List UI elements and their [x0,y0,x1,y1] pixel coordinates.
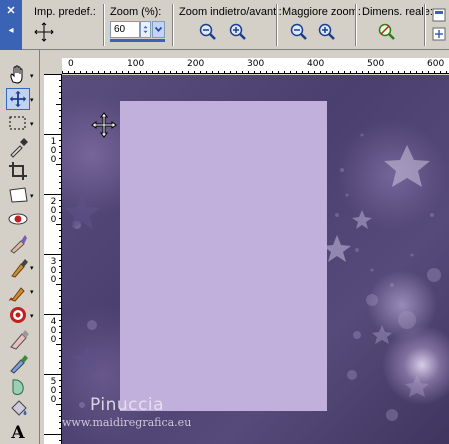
zoom-more-label: Maggiore zoom: [282,6,361,18]
chevron-down-icon[interactable]: ▾ [30,72,36,80]
toolbar-separator [424,4,426,46]
horizontal-ruler: 0 100 200 300 400 500 600 [62,58,449,74]
zoom-label: Zoom (%): [110,6,162,18]
watermark-url: www.maidiregrafica.eu [62,416,192,429]
pin-icon[interactable]: ◂ [5,25,17,37]
lighten-darken-icon[interactable] [6,304,30,326]
toolbar-separator [276,4,278,46]
retouch-tool-icon[interactable] [6,376,30,398]
bucket-fill-icon[interactable] [6,398,30,420]
ruler-tick-label: 500 [367,59,385,69]
image-canvas[interactable]: Pinuccia www.maidiregrafica.eu [62,75,449,444]
zoom-in-icon[interactable] [227,22,249,42]
eyedropper-tool-icon[interactable] [6,136,30,158]
panel-options-icon[interactable] [432,8,446,22]
crop-tool-icon[interactable] [6,160,30,182]
move-tool-icon[interactable] [6,88,30,110]
zoom-in-more-icon[interactable] [316,22,338,42]
red-eye-tool-icon[interactable] [6,208,30,230]
ruler-tick-label: 200 [187,59,205,69]
deform-tool-icon[interactable] [6,184,30,206]
zoom-input[interactable]: 60 [110,21,140,38]
color-replacer-icon[interactable] [6,352,30,374]
ruler-tick-label: 200 [50,197,57,225]
app-window: ✕ ◂ Imp. predef.: Zoom (%): 60 Zoom indi… [0,0,449,444]
ruler-tick-label: 300 [247,59,265,69]
move-cursor-icon [91,112,117,138]
ruler-tick-label: 0 [68,59,74,69]
zoom-inout-group: Zoom indietro/avanti: [179,6,282,46]
ruler-tick-label: 600 [427,59,445,69]
ruler-tick-label: 400 [50,317,57,345]
chevron-down-icon[interactable]: ▾ [30,192,36,200]
selection-tool-icon[interactable] [6,112,30,134]
actual-size-group: Dimens. reale: [362,6,433,46]
ruler-tick-label: 500 [50,377,57,405]
zoom-out-icon[interactable] [197,22,219,42]
toolbar-separator [355,4,357,46]
eraser-tool-icon[interactable] [6,328,30,350]
zoom-slider-bar[interactable] [110,39,165,42]
ruler-tick-label: 300 [50,257,57,285]
paint-brush-icon[interactable] [6,280,30,302]
ruler-corner [44,58,62,74]
presets-label: Imp. predef.: [34,6,96,18]
zoom-spinner[interactable] [140,21,151,38]
actual-size-icon[interactable] [376,22,398,42]
pan-tool-icon[interactable] [6,64,30,86]
ruler-tick-label: 400 [307,59,325,69]
zoom-more-group: Maggiore zoom: [282,6,361,46]
tools-palette: ▾ ▾ ▾ ▾ ▾ ▾ ▾ A [0,50,40,444]
chevron-down-icon[interactable]: ▾ [30,264,36,272]
tool-options-toolbar: ✕ ◂ Imp. predef.: Zoom (%): 60 Zoom indi… [0,0,449,50]
palette-toggle-icon[interactable] [432,27,446,41]
clone-brush-icon[interactable] [6,256,30,278]
zoom-out-more-icon[interactable] [288,22,310,42]
chevron-down-icon[interactable]: ▾ [30,288,36,296]
ruler-tick-label: 100 [50,137,57,165]
svg-text:A: A [10,423,25,442]
toolbar-separator [172,4,174,46]
zoom-inout-label: Zoom indietro/avanti: [179,6,282,18]
presets-group: Imp. predef.: [34,6,100,46]
zoom-dropdown-button[interactable] [152,21,165,38]
toolbar-separator [103,4,105,46]
presets-dropdown[interactable] [34,22,56,42]
actual-size-label: Dimens. reale: [362,6,433,18]
text-tool-icon[interactable]: A [6,420,30,442]
chevron-down-icon[interactable]: ▾ [30,312,36,320]
makeover-tool-icon[interactable] [6,232,30,254]
chevron-down-icon[interactable]: ▾ [30,96,36,104]
ruler-tick-label: 100 [127,59,145,69]
toolbar-grip[interactable]: ✕ ◂ [0,0,22,50]
selection-area[interactable] [120,101,327,411]
watermark-text: Pinuccia [90,395,164,415]
close-icon[interactable]: ✕ [5,5,17,17]
chevron-down-icon[interactable]: ▾ [30,120,36,128]
vertical-ruler: 100 200 300 400 500 [44,74,62,444]
